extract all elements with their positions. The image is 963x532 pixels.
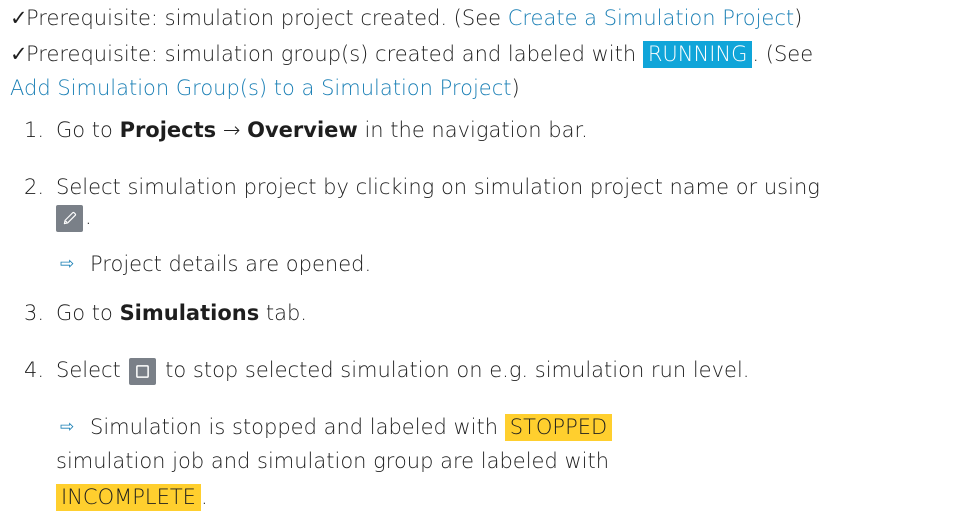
tab-simulations: Simulations: [119, 301, 260, 325]
step-2-result: ⇨ Project details are opened.: [56, 249, 371, 279]
result-arrow-icon: ⇨: [60, 417, 75, 437]
step-number: 1.: [24, 118, 45, 142]
prerequisite-text: Prerequisite: simulation project created…: [26, 6, 508, 30]
link-create-simulation-project[interactable]: Create a Simulation Project: [508, 6, 794, 30]
nav-projects: Projects: [119, 118, 217, 142]
step-text-post: tab.: [259, 301, 307, 325]
status-badge-incomplete: INCOMPLETE: [56, 484, 201, 511]
prerequisite-2: ✓Prerequisite: simulation group(s) creat…: [10, 38, 813, 70]
prerequisite-text-end: ): [511, 76, 520, 100]
result-text: Project details are opened.: [90, 252, 372, 276]
step-2-icon-line: .: [56, 202, 92, 232]
prerequisite-text-end: ): [794, 6, 803, 30]
step-text-pre: Go to: [56, 301, 120, 325]
step-text: Select simulation project by clicking on…: [56, 175, 820, 199]
link-add-simulation-groups[interactable]: Add Simulation Group(s) to a Simulation …: [10, 76, 512, 100]
step-text-post: in the navigation bar.: [357, 118, 588, 142]
status-badge-running: RUNNING: [642, 41, 753, 68]
step-text: Go to Projects → Overview in the navigat…: [56, 115, 588, 145]
prerequisite-text-middle: . (See: [752, 42, 814, 66]
nav-overview: Overview: [247, 118, 358, 142]
prerequisite-2-continued: Add Simulation Group(s) to a Simulation …: [10, 72, 520, 104]
step-text-pre: Select: [56, 358, 128, 382]
step-4-result-line3: INCOMPLETE.: [56, 482, 208, 512]
check-icon: ✓: [10, 42, 28, 66]
step-4-result-line2: simulation job and simulation group are …: [56, 449, 610, 473]
result-arrow-icon: ⇨: [60, 254, 75, 274]
prerequisite-1: ✓Prerequisite: simulation project create…: [10, 2, 802, 34]
pencil-icon[interactable]: [56, 204, 83, 232]
step-number: 3.: [24, 301, 45, 325]
step-text-end: .: [85, 205, 92, 229]
stop-square-icon[interactable]: [129, 357, 157, 385]
step-text-pre: Go to: [56, 118, 120, 142]
status-badge-stopped: STOPPED: [504, 414, 613, 441]
step-number: 2.: [24, 175, 45, 199]
step-text: Select to stop selected simulation on e.…: [56, 355, 749, 385]
result-text: Simulation is stopped and labeled with: [90, 415, 505, 439]
step-4-result: ⇨ Simulation is stopped and labeled with …: [56, 412, 613, 442]
step-number: 4.: [24, 358, 45, 382]
step-text: Go to Simulations tab.: [56, 298, 307, 328]
step-text-post: to stop selected simulation on e.g. simu…: [158, 358, 750, 382]
arrow-separator: →: [216, 118, 248, 142]
result-text-end: .: [200, 485, 208, 509]
prerequisite-text: Prerequisite: simulation group(s) create…: [26, 42, 643, 66]
check-icon: ✓: [10, 6, 28, 30]
